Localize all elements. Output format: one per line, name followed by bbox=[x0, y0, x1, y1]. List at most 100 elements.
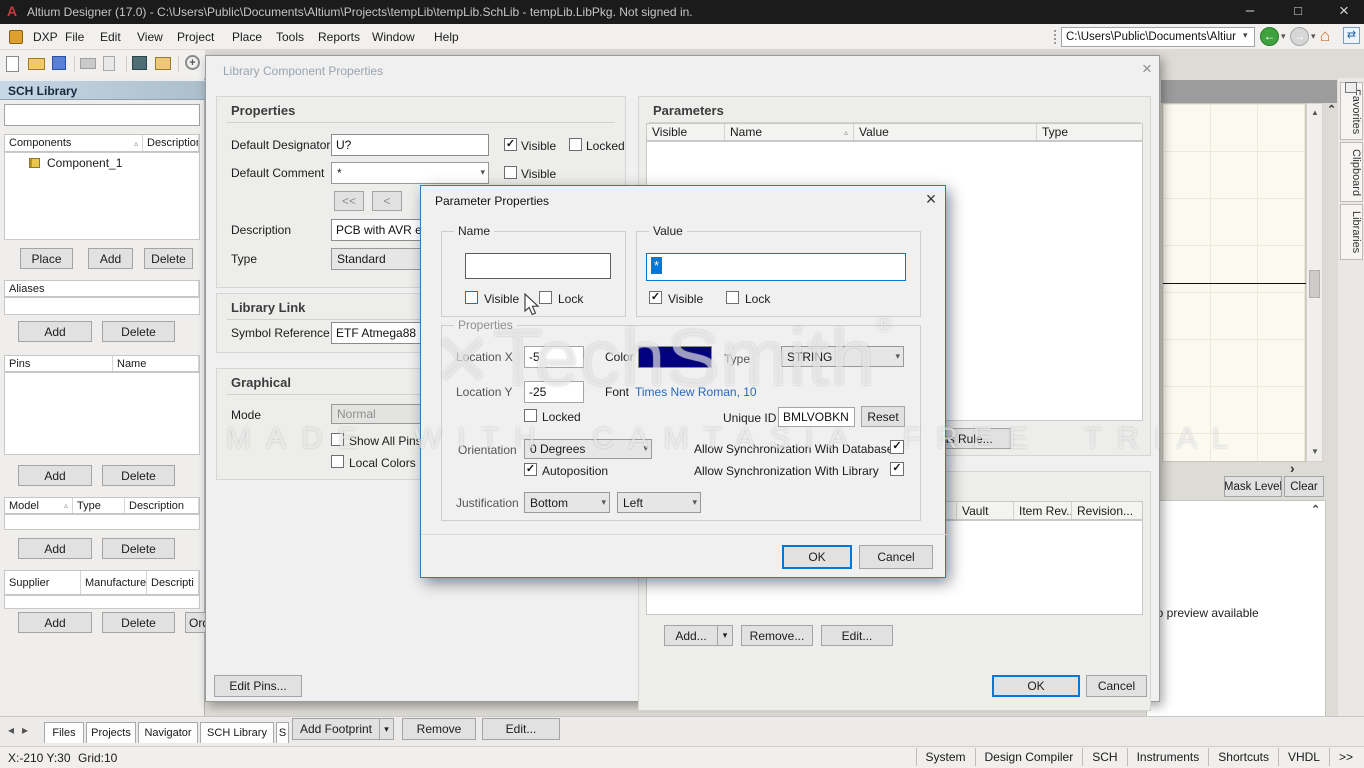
tab-projects[interactable]: Projects bbox=[86, 722, 136, 743]
lcp-cancel-button[interactable]: Cancel bbox=[1086, 675, 1147, 697]
panel-sch[interactable]: SCH bbox=[1082, 748, 1126, 766]
value-visible-checkbox[interactable]: ✓ bbox=[649, 291, 662, 304]
panels-icon[interactable] bbox=[155, 57, 171, 70]
tab-files[interactable]: Files bbox=[44, 722, 84, 743]
clear-button[interactable]: Clear bbox=[1284, 476, 1324, 497]
param-name-input[interactable] bbox=[465, 253, 611, 279]
model-list[interactable] bbox=[4, 514, 200, 530]
component-item[interactable]: Component_1 bbox=[47, 156, 122, 170]
menu-file[interactable]: File bbox=[65, 30, 84, 44]
menu-edit[interactable]: Edit bbox=[100, 30, 121, 44]
place-button[interactable]: Place bbox=[20, 248, 73, 269]
components-header[interactable]: Components▵ Description bbox=[4, 134, 200, 152]
value-lock-checkbox[interactable] bbox=[726, 291, 739, 304]
components-column[interactable]: Components bbox=[9, 137, 71, 149]
scroll-down-icon[interactable]: ▼ bbox=[1311, 447, 1319, 456]
part-first-button[interactable]: << bbox=[334, 191, 364, 211]
back-dropdown-icon[interactable]: ▾ bbox=[1281, 31, 1286, 42]
comment-visible-checkbox[interactable] bbox=[504, 166, 517, 179]
delete-model-button[interactable]: Delete bbox=[102, 538, 175, 559]
delete-alias-button[interactable]: Delete bbox=[102, 321, 175, 342]
param-value-input[interactable]: * bbox=[646, 253, 906, 281]
tab-sch-library[interactable]: SCH Library bbox=[200, 722, 274, 743]
edit-model-dialog-button[interactable]: Edit... bbox=[821, 625, 893, 646]
part-prev-button[interactable]: < bbox=[372, 191, 402, 211]
parameters-table-header[interactable]: Visible Name▵ Value Type bbox=[646, 123, 1143, 141]
default-comment-combo[interactable]: *▾ bbox=[331, 162, 489, 184]
scroll-up-icon[interactable]: ▲ bbox=[1311, 108, 1319, 117]
back-icon[interactable]: ← bbox=[1260, 27, 1279, 46]
location-y-input[interactable] bbox=[524, 381, 584, 403]
canvas-scrollbar[interactable]: ▲ ▼ bbox=[1306, 103, 1323, 462]
collapse-chevron-icon[interactable]: ⌃ bbox=[1311, 503, 1320, 516]
maximize-button[interactable]: □ bbox=[1276, 0, 1320, 24]
close-icon[interactable]: × bbox=[919, 190, 943, 210]
address-dropdown-icon[interactable]: ▾ bbox=[1243, 30, 1248, 41]
menu-tools[interactable]: Tools bbox=[276, 30, 304, 44]
add-model-split-button[interactable]: ▾ bbox=[717, 625, 733, 646]
menu-help[interactable]: Help bbox=[434, 30, 459, 44]
menu-window[interactable]: Window bbox=[372, 30, 415, 44]
param-locked-checkbox[interactable] bbox=[524, 409, 537, 422]
pin-panel-icon[interactable] bbox=[1345, 82, 1357, 93]
add-alias-button[interactable]: Add bbox=[18, 321, 92, 342]
save-icon[interactable] bbox=[52, 56, 66, 70]
pp-cancel-button[interactable]: Cancel bbox=[859, 545, 933, 569]
add-footprint-button[interactable]: Add Footprint bbox=[292, 718, 380, 740]
sync-database-checkbox[interactable]: ✓ bbox=[890, 440, 904, 454]
designator-locked-checkbox[interactable] bbox=[569, 138, 582, 151]
refresh-icon[interactable]: ⇄ bbox=[1343, 27, 1360, 44]
justification-h-combo[interactable]: Left▾ bbox=[617, 492, 701, 513]
pp-ok-button[interactable]: OK bbox=[782, 545, 852, 569]
reset-button[interactable]: Reset bbox=[861, 406, 905, 427]
side-tab-clipboard[interactable]: Clipboard bbox=[1340, 142, 1363, 202]
autoposition-checkbox[interactable]: ✓ bbox=[524, 463, 537, 476]
menu-place[interactable]: Place bbox=[232, 30, 262, 44]
component-icon[interactable] bbox=[132, 56, 147, 70]
add-supplier-button[interactable]: Add bbox=[18, 612, 92, 633]
pins-list[interactable] bbox=[4, 372, 200, 455]
panel-system[interactable]: System bbox=[916, 748, 975, 766]
supplier-header[interactable]: Supplier Manufacture Descripti bbox=[4, 570, 200, 595]
description-column[interactable]: Description bbox=[147, 137, 199, 149]
panel-design-compiler[interactable]: Design Compiler bbox=[975, 748, 1083, 766]
justification-v-combo[interactable]: Bottom▾ bbox=[524, 492, 610, 513]
designator-visible-checkbox[interactable]: ✓ bbox=[504, 138, 517, 151]
delete-pin-button[interactable]: Delete bbox=[102, 465, 175, 486]
local-colors-checkbox[interactable] bbox=[331, 455, 344, 468]
address-input[interactable]: C:\Users\Public\Documents\Altiur bbox=[1061, 27, 1255, 47]
tab-navigator[interactable]: Navigator bbox=[138, 722, 198, 743]
menu-reports[interactable]: Reports bbox=[318, 30, 360, 44]
scroll-thumb[interactable] bbox=[1309, 270, 1320, 298]
mask-level-button[interactable]: Mask Level bbox=[1224, 476, 1282, 497]
font-link[interactable]: Times New Roman, 10 bbox=[635, 385, 757, 399]
panel-vhdl[interactable]: VHDL bbox=[1278, 748, 1329, 766]
side-tab-libraries[interactable]: Libraries bbox=[1340, 204, 1363, 260]
schematic-canvas[interactable] bbox=[1162, 103, 1306, 462]
edit-pins-button[interactable]: Edit Pins... bbox=[214, 675, 302, 697]
aliases-list[interactable] bbox=[4, 297, 200, 315]
panel-shortcuts[interactable]: Shortcuts bbox=[1208, 748, 1278, 766]
supplier-list[interactable] bbox=[4, 595, 200, 609]
unique-id-input[interactable] bbox=[778, 407, 855, 427]
default-designator-input[interactable] bbox=[331, 134, 489, 156]
new-document-icon[interactable] bbox=[6, 56, 19, 72]
zoom-in-icon[interactable]: + bbox=[185, 55, 200, 70]
components-list[interactable]: Component_1 bbox=[4, 152, 200, 240]
model-header[interactable]: Model▵ Type Description bbox=[4, 497, 200, 514]
delete-component-button[interactable]: Delete bbox=[144, 248, 193, 269]
order-button[interactable]: Ord bbox=[185, 612, 207, 633]
remove-footprint-button[interactable]: Remove bbox=[402, 718, 476, 740]
menu-project[interactable]: Project bbox=[177, 30, 214, 44]
tab-scroll-right-icon[interactable]: ▸ bbox=[22, 723, 28, 737]
minimize-button[interactable]: – bbox=[1228, 0, 1272, 24]
forward-dropdown-icon[interactable]: ▾ bbox=[1311, 31, 1316, 42]
name-visible-checkbox[interactable] bbox=[465, 291, 478, 304]
add-component-button[interactable]: Add bbox=[88, 248, 133, 269]
panel-instruments[interactable]: Instruments bbox=[1127, 748, 1209, 766]
location-x-input[interactable] bbox=[524, 346, 584, 368]
pins-header[interactable]: Pins Name bbox=[4, 355, 200, 372]
panel-more[interactable]: >> bbox=[1329, 748, 1362, 766]
forward-icon[interactable]: → bbox=[1290, 27, 1309, 46]
edit-footprint-button[interactable]: Edit... bbox=[482, 718, 560, 740]
